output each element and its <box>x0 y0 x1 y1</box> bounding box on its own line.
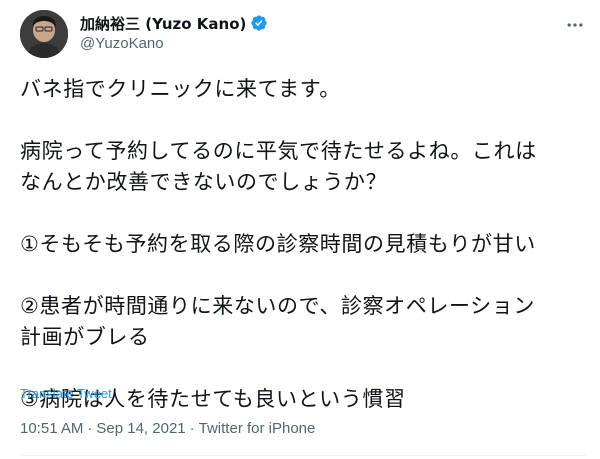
tweet-line: ①そもそも予約を取る際の診察時間の見積もりが甘い <box>20 232 536 256</box>
tweet-line: バネ指でクリニックに来てます。 <box>20 77 341 101</box>
tweet-line: なんとか改善できないのでしょうか？ <box>20 170 388 194</box>
tweet-source-link[interactable]: Twitter for iPhone <box>199 420 316 437</box>
avatar-image <box>20 10 68 58</box>
meta-separator: · <box>189 420 195 437</box>
tweet-line: ②患者が時間通りに来ないので、診察オペレーション <box>20 294 535 318</box>
more-horizontal-icon <box>567 23 583 27</box>
tweet-time[interactable]: 10:51 AM <box>20 420 83 437</box>
verified-badge-icon <box>250 14 268 32</box>
tweet-text: バネ指でクリニックに来てます。 病院って予約してるのに平気で待たせるよね。これは… <box>20 74 586 415</box>
translate-tweet-link[interactable]: Translate Tweet <box>20 386 112 401</box>
more-options-button[interactable] <box>564 14 586 36</box>
author-handle[interactable]: @YuzoKano <box>80 35 164 52</box>
tweet-metadata: 10:51 AM · Sep 14, 2021 · Twitter for iPhone <box>20 420 315 437</box>
tweet-date[interactable]: Sep 14, 2021 <box>96 420 185 437</box>
divider <box>20 455 586 456</box>
tweet-card: 加納裕三 (Yuzo Kano) @YuzoKano バネ指でクリニックに来てま… <box>0 0 600 459</box>
meta-separator: · <box>87 420 93 437</box>
author-display-name[interactable]: 加納裕三 (Yuzo Kano) <box>80 13 246 34</box>
avatar[interactable] <box>20 10 68 58</box>
author-name-row[interactable]: 加納裕三 (Yuzo Kano) <box>80 13 268 33</box>
tweet-line: 計画がブレる <box>20 325 150 349</box>
tweet-line: 病院って予約してるのに平気で待たせるよね。これは <box>20 139 537 163</box>
